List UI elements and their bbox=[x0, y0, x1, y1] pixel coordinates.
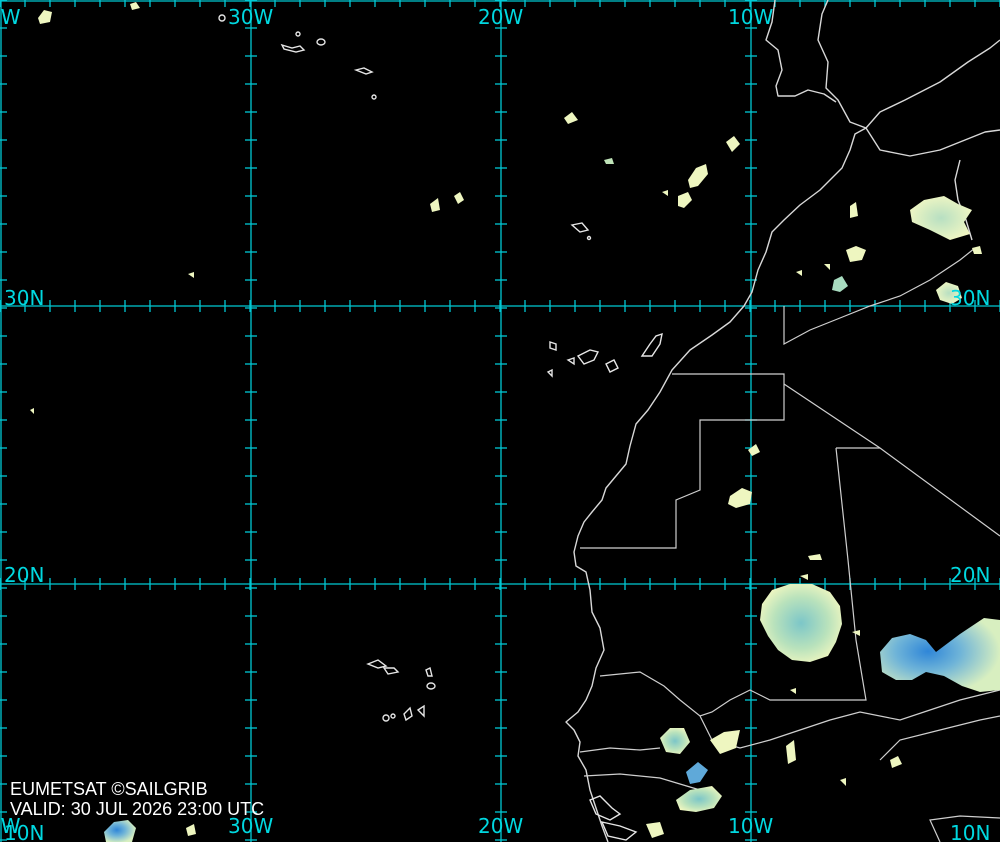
lat-label-right: 10N bbox=[950, 821, 990, 842]
lat-label-left: 30N bbox=[4, 286, 44, 310]
lat-label-right: 30N bbox=[950, 286, 990, 310]
map-background bbox=[0, 0, 1000, 842]
lat-label-left: 20N bbox=[4, 563, 44, 587]
lon-label-top: 20W bbox=[478, 5, 523, 29]
lat-label-left: 10N bbox=[4, 821, 44, 842]
lon-label-top: 30W bbox=[228, 5, 273, 29]
caption-credit: EUMETSAT ©SAILGRIB bbox=[10, 779, 208, 799]
satellite-map: 0W 30W 20W 10W 0W 30W 20W 10W 30N 20N 10… bbox=[0, 0, 1000, 842]
lon-label-top: 10W bbox=[728, 5, 773, 29]
lon-label-top: 0W bbox=[0, 5, 21, 29]
caption-valid-time: VALID: 30 JUL 2026 23:00 UTC bbox=[10, 799, 264, 819]
lat-label-right: 20N bbox=[950, 563, 990, 587]
lon-label-bottom: 10W bbox=[728, 814, 773, 838]
lon-label-bottom: 20W bbox=[478, 814, 523, 838]
